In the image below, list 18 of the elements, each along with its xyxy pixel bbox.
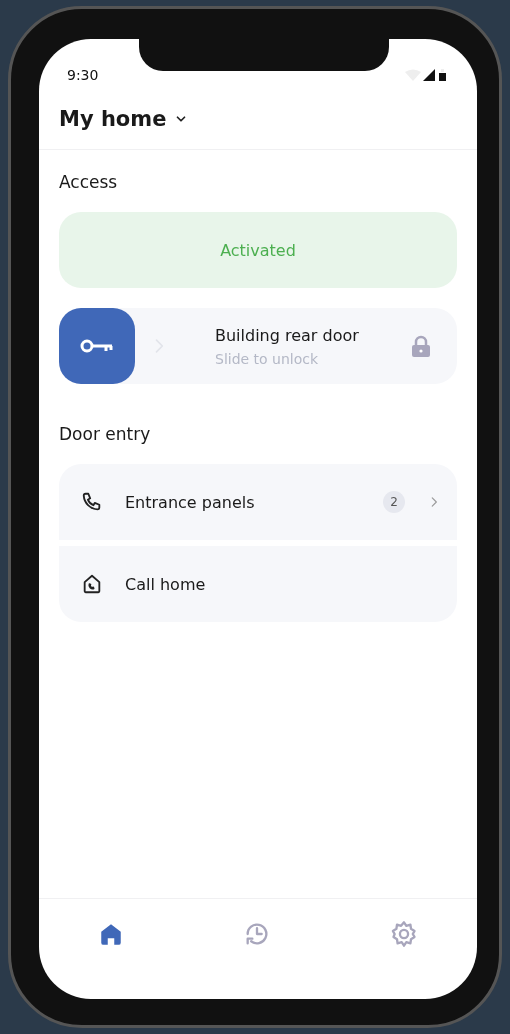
access-status: Activated <box>59 212 457 288</box>
key-icon <box>80 338 114 354</box>
menu-row[interactable]: Entrance panels 2 <box>59 464 457 540</box>
signal-battery-icon <box>405 68 447 82</box>
status-time: 9:30 <box>67 67 99 83</box>
home-title: My home <box>59 107 167 131</box>
section-title: Door entry <box>59 424 152 444</box>
phone-icon <box>81 491 103 513</box>
home-phone-icon <box>81 573 103 595</box>
menu-row[interactable]: Call home <box>59 546 457 622</box>
door-name: Building rear door <box>215 325 360 345</box>
row-label: Call home <box>125 574 207 594</box>
section-title: Access <box>59 172 119 192</box>
row-label: Entrance panels <box>125 492 256 512</box>
slider-handle[interactable] <box>59 308 135 384</box>
count-badge: 2 <box>383 491 405 513</box>
unlock-slider[interactable]: Building rear door Slide to unlock <box>59 308 457 384</box>
slide-hint: Slide to unlock <box>215 350 320 367</box>
